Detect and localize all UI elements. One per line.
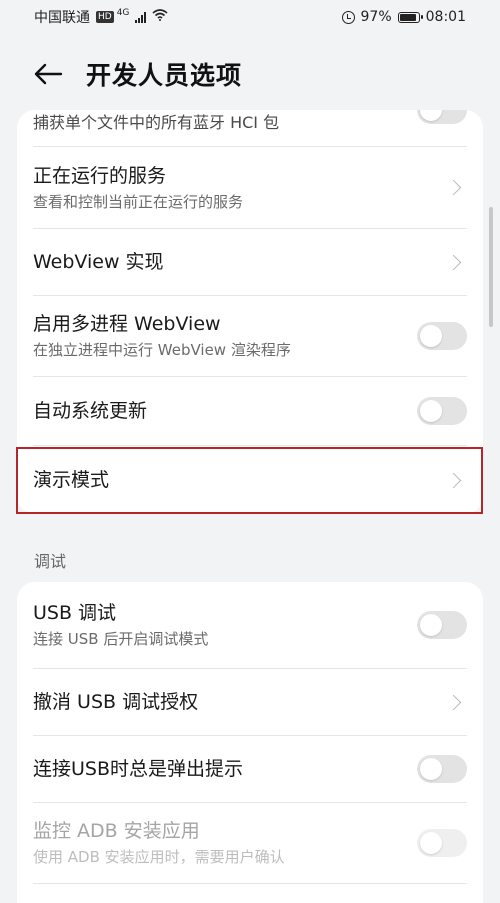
carrier-name: 中国联通 xyxy=(34,10,90,26)
auto-system-update-toggle[interactable] xyxy=(417,397,467,425)
demo-mode-title: 演示模式 xyxy=(33,469,110,491)
auto-system-update-row[interactable]: 自动系统更新 xyxy=(17,377,483,445)
multiprocess-webview-title: 启用多进程 WebView xyxy=(33,313,221,335)
usb-debug-toggle[interactable] xyxy=(417,611,467,639)
battery-percent: 97% xyxy=(360,9,392,25)
running-services-subtitle: 查看和控制当前正在运行的服务 xyxy=(33,192,244,211)
page-title: 开发人员选项 xyxy=(86,61,243,90)
network-type: 4G xyxy=(116,8,130,18)
adb-install-monitor-toggle xyxy=(417,829,467,857)
usb-prompt-row[interactable]: 连接USB时总是弹出提示 xyxy=(17,736,483,802)
wifi-icon xyxy=(152,9,168,25)
app-header: 开发人员选项 xyxy=(0,46,500,102)
status-bar: 中国联通 HD 4G 97% 08:01 xyxy=(0,0,500,34)
section-header-debug: 调试 xyxy=(34,552,67,571)
multiprocess-webview-row[interactable]: 启用多进程 WebView 在独立进程中运行 WebView 渲染程序 xyxy=(17,296,483,376)
clock: 08:01 xyxy=(425,9,466,25)
scrollbar-thumb[interactable] xyxy=(489,207,493,327)
bluetooth-hci-subtitle: 捕获单个文件中的所有蓝牙 HCI 包 xyxy=(33,113,280,132)
hd-badge: HD xyxy=(96,11,114,23)
settings-list[interactable]: 捕获单个文件中的所有蓝牙 HCI 包 正在运行的服务 查看和控制当前正在运行的服… xyxy=(0,110,500,903)
back-arrow-icon[interactable] xyxy=(30,56,66,92)
demo-mode-row[interactable]: 演示模式 xyxy=(17,446,483,514)
settings-card-general: 捕获单个文件中的所有蓝牙 HCI 包 正在运行的服务 查看和控制当前正在运行的服… xyxy=(17,110,483,514)
running-services-title: 正在运行的服务 xyxy=(33,164,167,187)
usb-debug-subtitle: 连接 USB 后开启调试模式 xyxy=(33,630,209,648)
chevron-right-icon xyxy=(445,254,462,270)
adb-install-monitor-title: 监控 ADB 安装应用 xyxy=(33,820,200,842)
battery-fill xyxy=(399,13,416,21)
alarm-icon xyxy=(341,10,355,24)
usb-prompt-title: 连接USB时总是弹出提示 xyxy=(33,758,244,780)
chevron-right-icon xyxy=(445,472,462,488)
signal-icon xyxy=(135,11,147,23)
chevron-right-icon xyxy=(445,179,462,196)
multiprocess-webview-subtitle: 在独立进程中运行 WebView 渲染程序 xyxy=(33,341,291,359)
revoke-usb-auth-title: 撤消 USB 调试授权 xyxy=(33,691,199,713)
auto-system-update-title: 自动系统更新 xyxy=(33,400,148,422)
webview-impl-row[interactable]: WebView 实现 xyxy=(17,229,483,295)
usb-debug-row[interactable]: USB 调试 连接 USB 后开启调试模式 xyxy=(17,582,483,668)
chevron-right-icon xyxy=(445,694,462,710)
bluetooth-hci-toggle[interactable] xyxy=(417,110,467,124)
running-services-row[interactable]: 正在运行的服务 查看和控制当前正在运行的服务 xyxy=(17,147,483,228)
usb-prompt-toggle[interactable] xyxy=(417,755,467,783)
multiprocess-webview-toggle[interactable] xyxy=(417,322,467,350)
battery-icon xyxy=(397,11,423,23)
status-bar-left: 中国联通 HD 4G xyxy=(34,7,168,27)
status-bar-right: 97% 08:01 xyxy=(341,9,466,25)
adb-install-monitor-subtitle: 使用 ADB 安装应用时，需要用户确认 xyxy=(33,848,285,866)
divider xyxy=(33,883,467,884)
webview-impl-title: WebView 实现 xyxy=(33,251,164,273)
usb-debug-title: USB 调试 xyxy=(33,602,117,624)
adb-install-monitor-row: 监控 ADB 安装应用 使用 ADB 安装应用时，需要用户确认 xyxy=(17,803,483,883)
revoke-usb-auth-row[interactable]: 撤消 USB 调试授权 xyxy=(17,669,483,735)
bluetooth-hci-row[interactable]: 捕获单个文件中的所有蓝牙 HCI 包 xyxy=(17,110,483,146)
settings-card-debug: USB 调试 连接 USB 后开启调试模式 撤消 USB 调试授权 连接USB时… xyxy=(17,582,483,903)
